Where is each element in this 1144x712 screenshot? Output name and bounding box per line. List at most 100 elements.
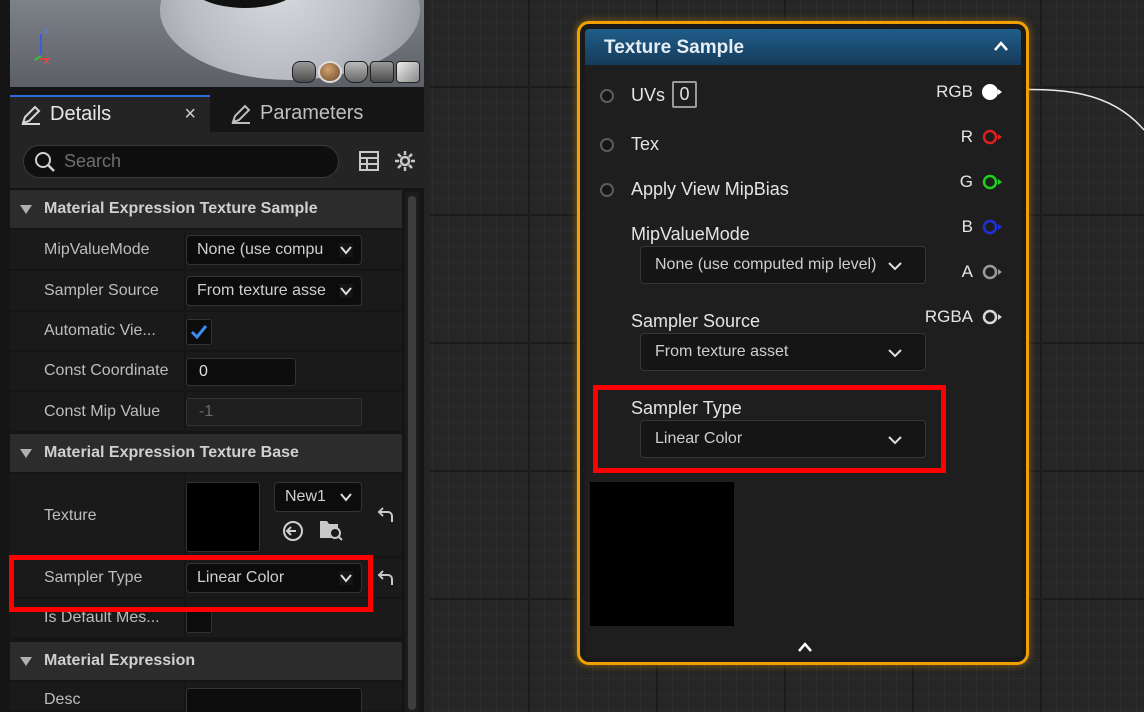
output-a-pin[interactable]: [982, 263, 1002, 281]
search-icon: [35, 151, 55, 172]
property-const-coordinate: Const Coordinate 0: [10, 352, 402, 392]
cube-icon[interactable]: [370, 61, 394, 83]
output-b-pin[interactable]: [982, 218, 1002, 236]
custom-mesh-icon[interactable]: [396, 61, 420, 83]
property-mip-value-mode: MipValueMode None (use compu: [10, 230, 402, 271]
gear-icon[interactable]: [393, 149, 417, 173]
texture-preview: [590, 482, 734, 626]
search-input[interactable]: [64, 151, 324, 172]
tex-input-pin[interactable]: [600, 138, 614, 152]
chevron-down-icon: [888, 349, 902, 358]
texture-sample-node[interactable]: Texture Sample UVs 0 Tex Apply View MipB…: [577, 21, 1029, 665]
plane-icon[interactable]: [344, 61, 368, 83]
left-panel: z x Details × Parameters Search Material…: [0, 0, 424, 712]
chevron-up-icon[interactable]: [797, 641, 813, 653]
output-a-label: A: [961, 262, 973, 281]
category-label: Material Expression Texture Sample: [44, 200, 318, 217]
tab-parameters[interactable]: Parameters: [220, 95, 424, 132]
dropdown-value: From texture asset: [655, 343, 789, 360]
texture-asset-dropdown[interactable]: New1: [274, 482, 362, 512]
uvs-input-pin[interactable]: [600, 89, 614, 103]
scrollbar-thumb[interactable]: [408, 196, 416, 710]
details-properties: Material Expression Texture Sample MipVa…: [10, 190, 402, 712]
category-texture-sample[interactable]: Material Expression Texture Sample: [10, 190, 402, 228]
dropdown-value: From texture asse: [197, 282, 326, 299]
collapse-triangle-icon: [20, 656, 32, 666]
const-mip-value-field[interactable]: -1: [186, 398, 362, 426]
chevron-down-icon: [339, 243, 353, 257]
axis-gizmo: z x: [32, 26, 72, 70]
collapse-triangle-icon: [20, 204, 32, 214]
texture-thumbnail[interactable]: [186, 482, 260, 552]
property-texture: Texture New1: [10, 474, 402, 558]
property-label: Texture: [44, 507, 97, 524]
tab-parameters-label: Parameters: [260, 102, 364, 124]
search-box: [23, 145, 339, 178]
dropdown-value: New1: [285, 488, 326, 505]
node-header[interactable]: Texture Sample: [585, 29, 1021, 65]
property-label: Automatic Vie...: [44, 322, 156, 339]
preview-viewport[interactable]: z x: [10, 0, 424, 87]
sampler-source-label: Sampler Source: [631, 311, 761, 331]
use-selected-asset-icon[interactable]: [282, 520, 304, 542]
uvs-value-field[interactable]: 0: [672, 81, 697, 108]
property-label: MipValueMode: [44, 241, 150, 258]
chevron-down-icon: [339, 284, 353, 298]
property-automatic-view: Automatic Vie...: [10, 312, 402, 352]
output-rgba-pin[interactable]: [982, 308, 1002, 326]
output-rgb-pin[interactable]: [982, 83, 1002, 101]
table-view-icon[interactable]: [358, 150, 380, 172]
property-desc: Desc: [10, 682, 402, 712]
output-rgb-label: RGB: [936, 82, 973, 101]
chevron-down-icon: [888, 262, 902, 271]
reset-to-default-icon[interactable]: [374, 506, 398, 526]
reset-to-default-icon[interactable]: [374, 569, 398, 589]
dropdown-value: None (use computed mip level): [655, 256, 877, 273]
node-sampler-source-dropdown[interactable]: From texture asset: [640, 333, 926, 371]
const-coordinate-field[interactable]: 0: [186, 358, 296, 386]
desc-field[interactable]: [186, 688, 362, 712]
tab-details-label: Details: [50, 103, 112, 125]
output-r-pin[interactable]: [982, 128, 1002, 146]
category-material-expression[interactable]: Material Expression: [10, 642, 402, 680]
checkmark-icon: [190, 325, 208, 340]
preview-shape-buttons: [292, 61, 420, 83]
output-g-pin[interactable]: [982, 173, 1002, 191]
highlight-box-sampler-type-node: [593, 385, 946, 473]
property-sampler-source: Sampler Source From texture asse: [10, 271, 402, 312]
pencil-icon: [20, 104, 42, 126]
tab-details[interactable]: Details ×: [10, 95, 210, 132]
node-title: Texture Sample: [604, 37, 745, 58]
material-editor: z x Details × Parameters Search Material…: [0, 0, 1144, 712]
chevron-up-icon[interactable]: [993, 39, 1009, 53]
property-label: Const Coordinate: [44, 362, 169, 379]
axis-x-label: x: [44, 56, 49, 67]
property-const-mip-value: Const Mip Value -1: [10, 392, 402, 433]
axis-z-label: z: [44, 26, 49, 37]
node-mip-value-mode-dropdown[interactable]: None (use computed mip level): [640, 246, 926, 284]
chevron-down-icon: [339, 490, 355, 504]
output-rgba-label: RGBA: [924, 307, 973, 326]
collapse-triangle-icon: [20, 448, 32, 458]
tex-label: Tex: [631, 134, 660, 154]
mip-value-mode-label: MipValueMode: [631, 224, 750, 244]
sampler-source-dropdown[interactable]: From texture asse: [186, 276, 362, 306]
cylinder-icon[interactable]: [292, 61, 316, 83]
category-label: Material Expression Texture Base: [44, 444, 299, 461]
category-texture-base[interactable]: Material Expression Texture Base: [10, 434, 402, 472]
highlight-box-sampler-type-details: [9, 555, 373, 612]
output-b-label: B: [961, 217, 973, 236]
automatic-view-checkbox[interactable]: [186, 319, 212, 345]
browse-asset-icon[interactable]: [318, 518, 344, 542]
close-icon[interactable]: ×: [184, 103, 196, 126]
sphere-icon[interactable]: [318, 61, 342, 83]
apply-view-mipbias-input-pin[interactable]: [600, 183, 614, 197]
property-label: Const Mip Value: [44, 403, 161, 420]
search-row: [10, 132, 424, 188]
details-scrollbar[interactable]: [405, 192, 419, 712]
property-label: Desc: [44, 691, 81, 708]
apply-view-mipbias-label: Apply View MipBias: [631, 179, 789, 199]
mip-value-mode-dropdown[interactable]: None (use compu: [186, 235, 362, 265]
pencil-icon: [230, 103, 252, 125]
dropdown-value: None (use compu: [197, 241, 324, 258]
